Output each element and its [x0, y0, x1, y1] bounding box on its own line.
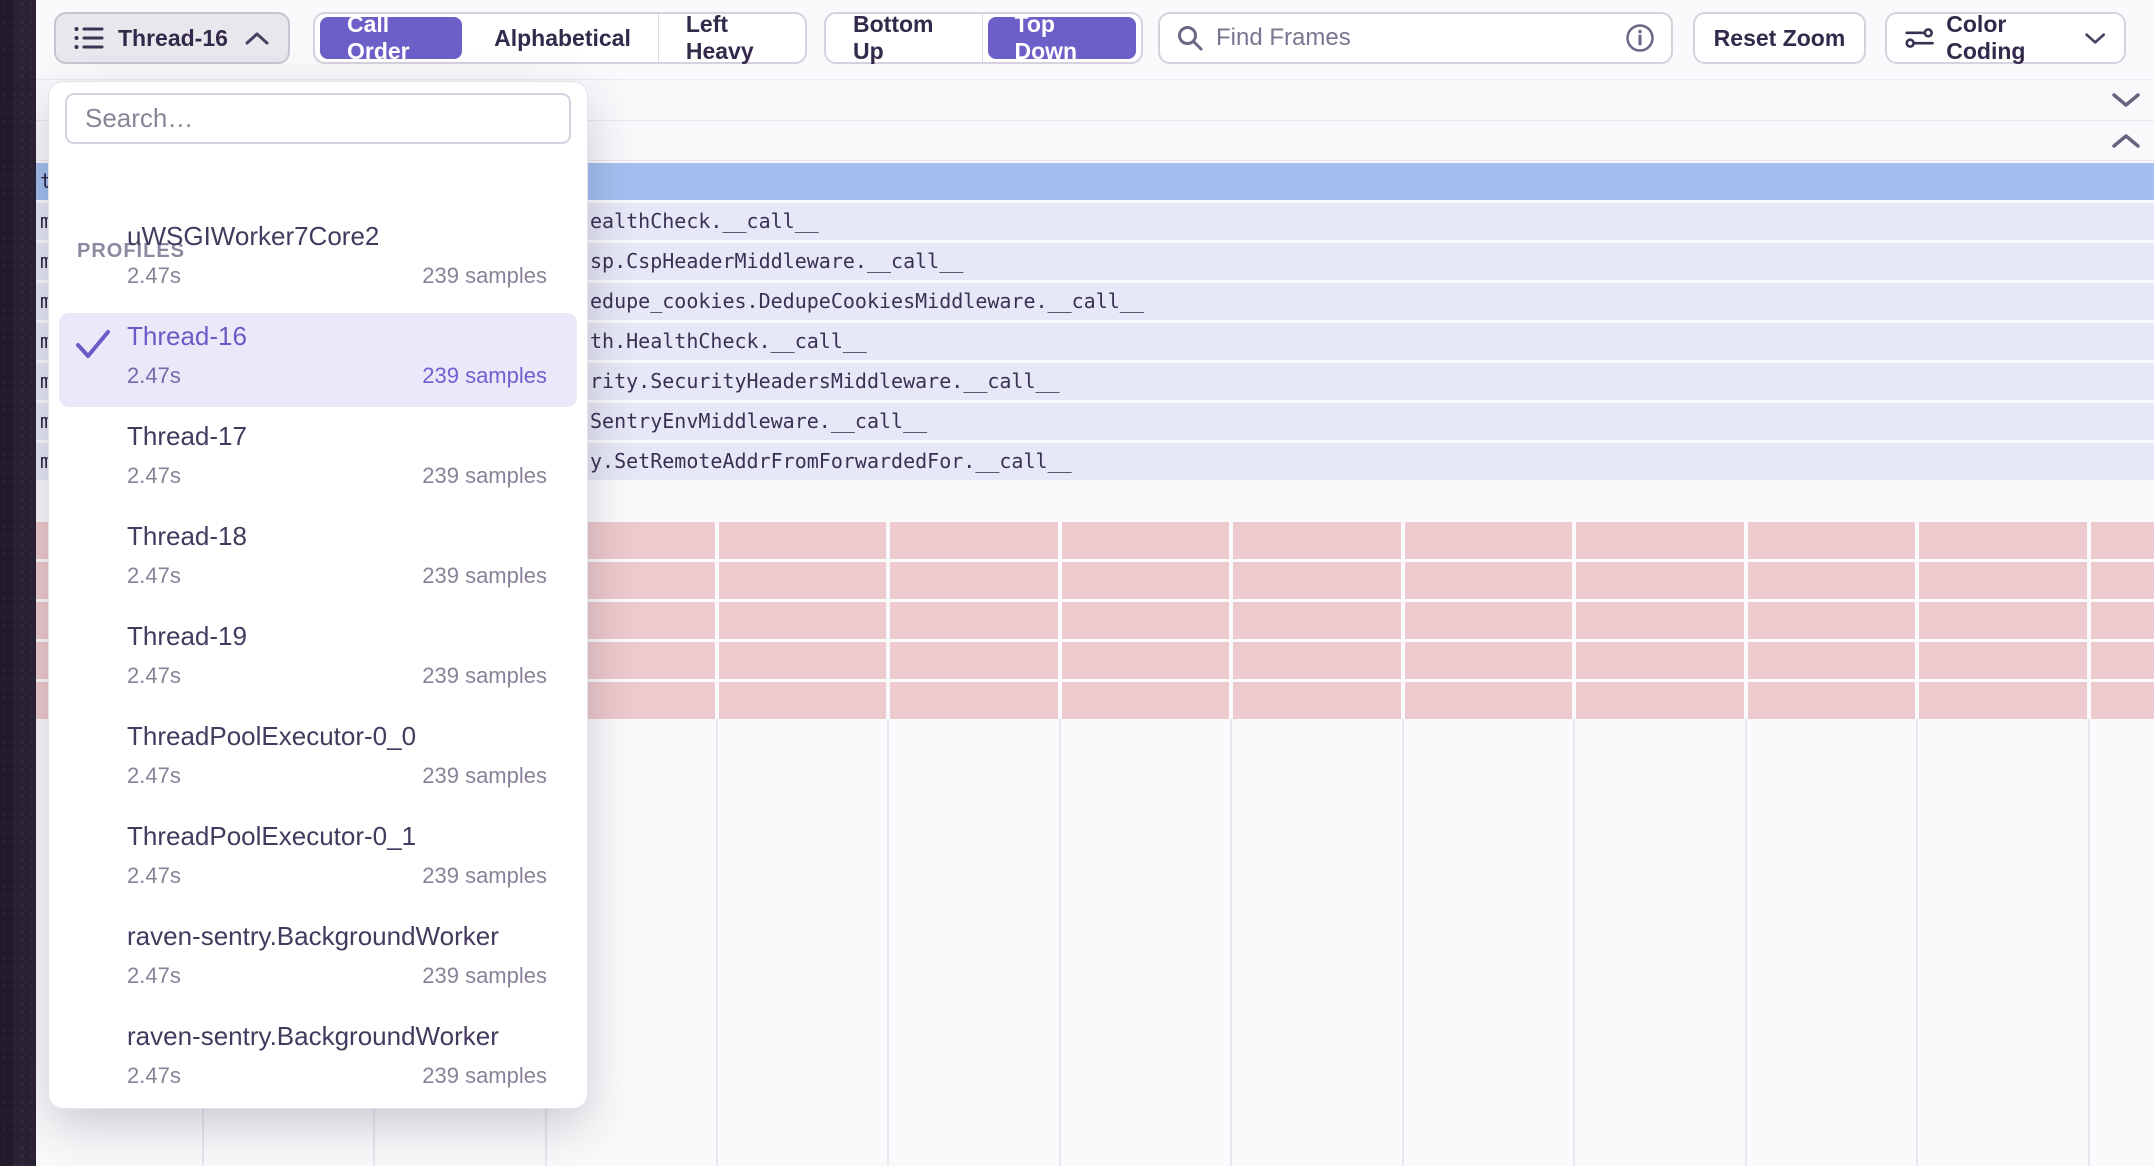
- app-sidebar: [0, 0, 36, 1166]
- check-icon: [73, 327, 113, 361]
- gridline: [887, 719, 889, 1166]
- frame-label: ealthCheck.__call__: [590, 209, 819, 233]
- gridline: [2087, 522, 2091, 719]
- section-expand-chevron-down-icon[interactable]: [2110, 91, 2142, 109]
- profile-option[interactable]: raven-sentry.BackgroundWorker 2.47s 239 …: [59, 1013, 577, 1107]
- profile-name: Thread-19: [127, 621, 247, 652]
- thread-selector-button[interactable]: Thread-16: [54, 12, 290, 64]
- profile-option[interactable]: Thread-18 2.47s 239 samples: [59, 513, 577, 607]
- gridline: [1229, 522, 1233, 719]
- profile-name: uWSGIWorker7Core2: [127, 221, 379, 252]
- find-frames-search[interactable]: Find Frames: [1158, 12, 1673, 64]
- gridline: [715, 522, 719, 719]
- frame-label: SentryEnvMiddleware.__call__: [590, 409, 927, 433]
- list-icon: [74, 25, 104, 51]
- frame-label: sp.CspHeaderMiddleware.__call__: [590, 249, 963, 273]
- reset-zoom-label: Reset Zoom: [1714, 25, 1846, 52]
- sort-mode-group: Call Order Alphabetical Left Heavy: [313, 12, 807, 64]
- gridline: [716, 719, 718, 1166]
- profile-duration: 2.47s: [127, 263, 181, 289]
- frame-label: edupe_cookies.DedupeCookiesMiddleware.__…: [590, 289, 1144, 313]
- profile-samples: 239 samples: [422, 463, 547, 489]
- profile-name: raven-sentry.BackgroundWorker: [127, 921, 499, 952]
- profile-search-input[interactable]: [65, 93, 571, 144]
- frame-label: rity.SecurityHeadersMiddleware.__call__: [590, 369, 1060, 393]
- find-frames-placeholder: Find Frames: [1216, 24, 1613, 52]
- profile-samples: 239 samples: [422, 1063, 547, 1089]
- profile-option[interactable]: Thread-17 2.47s 239 samples: [59, 413, 577, 507]
- gridline: [1058, 522, 1062, 719]
- profiling-flamegraph-app: Thread-16 Call Order Alphabetical Left H…: [0, 0, 2154, 1166]
- profile-name: Thread-17: [127, 421, 247, 452]
- gridline: [1915, 522, 1919, 719]
- gridline: [1745, 719, 1747, 1166]
- direction-group: Bottom Up Top Down: [824, 12, 1143, 64]
- profile-option-selected[interactable]: Thread-16 2.47s 239 samples: [59, 313, 577, 407]
- gridline: [1402, 719, 1404, 1166]
- thread-selector-label: Thread-16: [118, 25, 230, 52]
- info-icon[interactable]: [1625, 23, 1655, 53]
- profile-samples: 239 samples: [422, 263, 547, 289]
- sidebar-edge: [0, 0, 14, 1166]
- chevron-down-icon: [2084, 31, 2106, 46]
- profile-option[interactable]: ThreadPoolExecutor-0_0 2.47s 239 samples: [59, 713, 577, 807]
- profile-name: Thread-16: [127, 321, 247, 352]
- chevron-up-icon: [244, 31, 270, 46]
- sort-alphabetical-tab[interactable]: Alphabetical: [467, 14, 659, 62]
- sort-call-order-tab[interactable]: Call Order: [320, 17, 462, 59]
- frame-label: th.HealthCheck.__call__: [590, 329, 867, 353]
- frame-label: y.SetRemoteAddrFromForwardedFor.__call__: [590, 449, 1072, 473]
- profile-samples: 239 samples: [422, 863, 547, 889]
- profile-samples: 239 samples: [422, 363, 547, 389]
- gridline: [1744, 522, 1748, 719]
- profile-duration: 2.47s: [127, 1063, 181, 1089]
- top-down-tab[interactable]: Top Down: [988, 17, 1137, 59]
- profile-duration: 2.47s: [127, 463, 181, 489]
- profile-duration: 2.47s: [127, 663, 181, 689]
- gridline: [1916, 719, 1918, 1166]
- gridline: [1059, 719, 1061, 1166]
- bottom-up-tab[interactable]: Bottom Up: [826, 14, 983, 62]
- gridline: [1230, 719, 1232, 1166]
- profile-samples: 239 samples: [422, 763, 547, 789]
- search-icon: [1176, 24, 1204, 52]
- profile-samples: 239 samples: [422, 963, 547, 989]
- profile-samples: 239 samples: [422, 663, 547, 689]
- toolbar: Thread-16 Call Order Alphabetical Left H…: [36, 0, 2154, 80]
- gridline: [1401, 522, 1405, 719]
- section-collapse-chevron-up-icon[interactable]: [2110, 132, 2142, 150]
- profile-name: Thread-18: [127, 521, 247, 552]
- profile-option[interactable]: ThreadPoolExecutor-0_1 2.47s 239 samples: [59, 813, 577, 907]
- profile-dropdown-panel: PROFILES uWSGIWorker7Core2 2.47s 239 sam…: [49, 82, 587, 1108]
- reset-zoom-button[interactable]: Reset Zoom: [1693, 12, 1866, 64]
- profile-name: raven-sentry.BackgroundWorker: [127, 1021, 499, 1052]
- profile-option[interactable]: uWSGIWorker7Core2 2.47s 239 samples: [59, 213, 577, 307]
- profile-name: ThreadPoolExecutor-0_1: [127, 821, 416, 852]
- profile-duration: 2.47s: [127, 763, 181, 789]
- gridline: [1573, 719, 1575, 1166]
- gridline: [886, 522, 890, 719]
- gridline: [1572, 522, 1576, 719]
- profile-duration: 2.47s: [127, 563, 181, 589]
- sliders-icon: [1905, 24, 1934, 52]
- profile-option[interactable]: Thread-19 2.47s 239 samples: [59, 613, 577, 707]
- gridline: [2088, 719, 2090, 1166]
- profile-duration: 2.47s: [127, 863, 181, 889]
- profile-duration: 2.47s: [127, 363, 181, 389]
- sort-left-heavy-tab[interactable]: Left Heavy: [659, 14, 805, 62]
- profile-name: ThreadPoolExecutor-0_0: [127, 721, 416, 752]
- color-coding-button[interactable]: Color Coding: [1885, 12, 2126, 64]
- color-coding-label: Color Coding: [1946, 11, 2071, 65]
- profile-option[interactable]: raven-sentry.BackgroundWorker 2.47s 239 …: [59, 913, 577, 1007]
- profile-samples: 239 samples: [422, 563, 547, 589]
- profile-duration: 2.47s: [127, 963, 181, 989]
